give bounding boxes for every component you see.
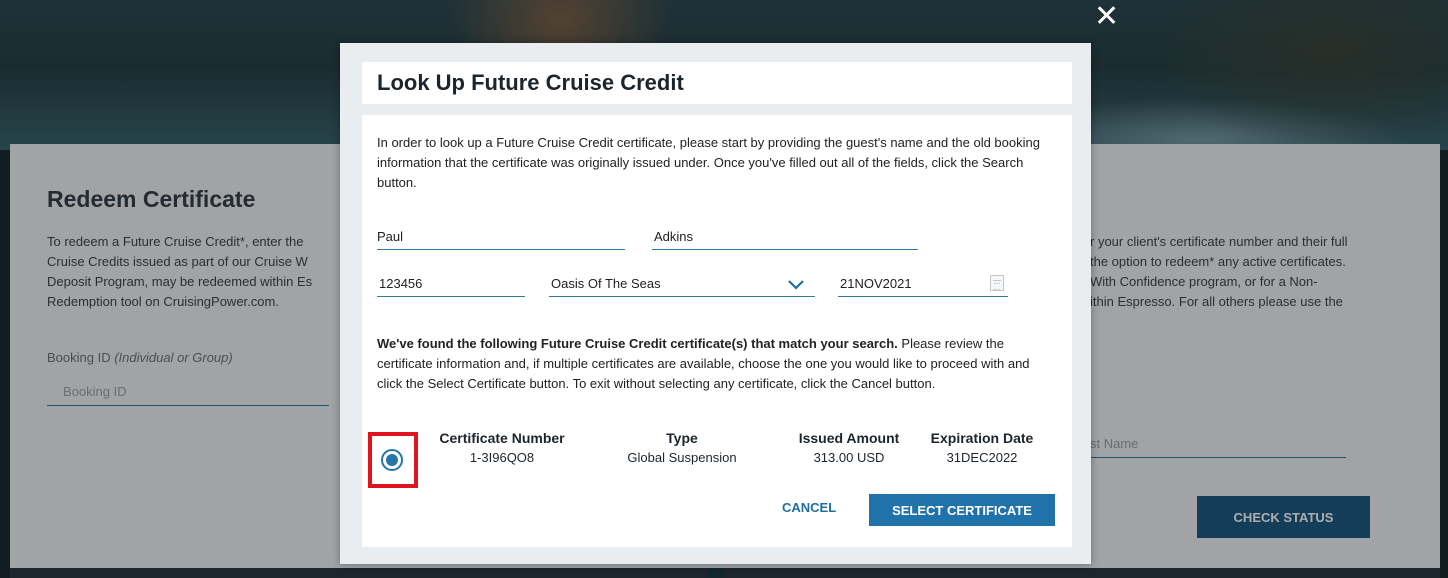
first-name-field[interactable]: Paul — [377, 224, 625, 250]
sail-date-field[interactable]: 21NOV2021 — [838, 271, 1008, 297]
calendar-icon[interactable] — [990, 275, 1004, 291]
type-value: Global Suspension — [627, 450, 737, 465]
modal-title: Look Up Future Cruise Credit — [377, 70, 684, 95]
radio-selected-dot — [386, 454, 398, 466]
chevron-down-icon — [788, 280, 804, 290]
results-message-bold: We've found the following Future Cruise … — [377, 336, 898, 351]
expiration-date-header: Expiration Date — [930, 430, 1034, 446]
last-name-field[interactable]: Adkins — [652, 224, 918, 250]
modal-header: Look Up Future Cruise Credit — [362, 62, 1072, 104]
type-column: Type Global Suspension — [617, 430, 747, 465]
certificate-number-column: Certificate Number 1-3I96QO8 — [437, 430, 567, 465]
issued-amount-header: Issued Amount — [798, 430, 900, 446]
select-certificate-button[interactable]: SELECT CERTIFICATE — [869, 494, 1055, 526]
booking-number-field[interactable]: 123456 — [377, 271, 525, 297]
certificate-number-value: 1-3I96QO8 — [469, 450, 535, 465]
type-header: Type — [666, 430, 698, 446]
certificate-radio-highlight — [368, 432, 418, 488]
certificate-number-header: Certificate Number — [439, 430, 565, 446]
issued-amount-column: Issued Amount 313.00 USD — [794, 430, 904, 465]
certificate-radio[interactable] — [381, 449, 403, 471]
cancel-button[interactable]: CANCEL — [782, 500, 836, 515]
modal-body: In order to look up a Future Cruise Cred… — [362, 115, 1072, 547]
lookup-modal: Look Up Future Cruise Credit In order to… — [340, 43, 1091, 564]
ship-select-value: Oasis Of The Seas — [551, 276, 661, 291]
close-icon[interactable]: ✕ — [1094, 2, 1119, 32]
ship-select[interactable]: Oasis Of The Seas — [549, 271, 815, 297]
expiration-date-column: Expiration Date 31DEC2022 — [922, 430, 1042, 465]
expiration-date-value: 31DEC2022 — [946, 450, 1018, 465]
results-message: We've found the following Future Cruise … — [377, 334, 1057, 394]
issued-amount-value: 313.00 USD — [813, 450, 885, 465]
sail-date-value: 21NOV2021 — [840, 276, 912, 291]
modal-intro-text: In order to look up a Future Cruise Cred… — [377, 135, 1040, 190]
